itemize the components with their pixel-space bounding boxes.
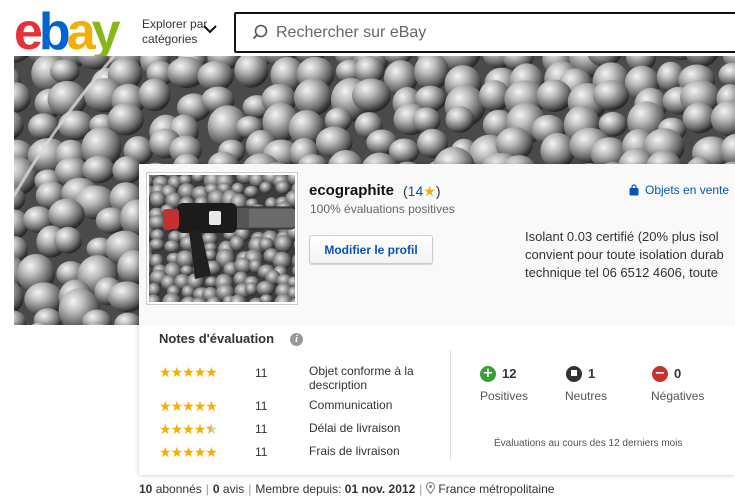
positive-feedback-label: Positives bbox=[480, 389, 529, 403]
seller-feedback-score[interactable]: (14★) bbox=[403, 183, 440, 200]
shopping-bag-icon bbox=[629, 184, 639, 196]
star-icon: ★ bbox=[193, 398, 207, 414]
star-icon: ★ bbox=[182, 444, 195, 460]
half-star-icon: ★ bbox=[205, 421, 218, 437]
feedback-period-note: Évaluations au cours des 12 derniers moi… bbox=[494, 438, 683, 449]
search-icon bbox=[252, 24, 268, 40]
star-icon: ★ bbox=[193, 421, 207, 437]
star-icon: ★ bbox=[170, 444, 184, 460]
score-number: 14 bbox=[407, 183, 424, 199]
star-icon: ★ bbox=[159, 444, 172, 460]
star-icon: ★ bbox=[193, 444, 207, 460]
rating-stars: ★★★★★ bbox=[159, 365, 243, 379]
logo-letter-e: e bbox=[14, 3, 43, 61]
member-since-date: 01 nov. 2012 bbox=[344, 482, 416, 496]
logo-letter-y: y bbox=[91, 3, 121, 61]
rating-count: 11 bbox=[255, 399, 268, 413]
star-icon: ★ bbox=[170, 421, 184, 437]
rating-stars: ★★★★★ bbox=[159, 445, 243, 459]
shop-by-line-1: Explorer par bbox=[142, 17, 208, 31]
star-icon: ★ bbox=[182, 364, 195, 380]
seller-profile-photo[interactable] bbox=[146, 172, 298, 305]
star-icon: ★ bbox=[159, 421, 172, 437]
seller-location: France métropolitaine bbox=[438, 482, 555, 496]
negative-feedback-label: Négatives bbox=[651, 389, 705, 403]
negative-feedback-count[interactable]: 0 bbox=[674, 366, 681, 381]
description-line-3: technique tel 06 6512 4606, toute bbox=[525, 265, 718, 280]
rating-label: Objet conforme à la description bbox=[309, 364, 414, 392]
info-icon[interactable]: i bbox=[290, 333, 303, 346]
star-icon: ★ bbox=[193, 364, 207, 380]
negative-feedback-icon: − bbox=[652, 366, 668, 382]
positive-feedback-percent: 100% évaluations positives bbox=[310, 202, 455, 216]
seller-stats-line: 10 abonnés | 0 avis | Membre depuis: 01 nov.… bbox=[139, 482, 554, 496]
rating-stars: ★★★★★ bbox=[159, 422, 243, 436]
search-input[interactable] bbox=[272, 14, 712, 51]
reviews-label[interactable]: avis bbox=[223, 482, 244, 496]
star-icon: ★ bbox=[205, 444, 218, 460]
neutral-square-glyph bbox=[571, 370, 577, 376]
rating-count: 11 bbox=[255, 422, 268, 436]
separator: | bbox=[248, 482, 252, 496]
rating-label: Délai de livraison bbox=[309, 421, 401, 435]
rating-count: 11 bbox=[255, 366, 268, 380]
edit-profile-button[interactable]: Modifier le profil bbox=[309, 235, 433, 264]
star-icon: ★ bbox=[159, 364, 172, 380]
separator: | bbox=[205, 482, 209, 496]
star-icon: ★ bbox=[205, 364, 218, 380]
separator: | bbox=[419, 482, 423, 496]
rating-count: 11 bbox=[255, 445, 268, 459]
star-icon: ★ bbox=[205, 398, 218, 414]
member-since-label: Membre depuis: bbox=[255, 482, 342, 496]
positive-feedback-count[interactable]: 12 bbox=[502, 366, 516, 381]
star-icon: ★ bbox=[170, 398, 184, 414]
score-close-paren: ) bbox=[435, 183, 441, 199]
star-icon: ★ bbox=[182, 398, 195, 414]
star-icon: ★ bbox=[170, 364, 184, 380]
neutral-feedback-icon bbox=[566, 366, 582, 382]
seller-description: Isolant 0.03 certifié (20% plus isol con… bbox=[525, 228, 735, 282]
star-icon: ★ bbox=[159, 398, 172, 414]
followers-count: 10 bbox=[139, 482, 153, 496]
ratings-title: Notes d'évaluation bbox=[159, 331, 275, 346]
seller-name[interactable]: ecographite bbox=[309, 182, 394, 199]
rating-stars: ★★★★★ bbox=[159, 399, 243, 413]
reviews-count: 0 bbox=[212, 482, 220, 496]
location-pin-icon bbox=[426, 482, 436, 494]
logo-letter-b: b bbox=[38, 3, 71, 61]
items-for-sale-link[interactable]: Objets en vente bbox=[645, 183, 729, 197]
profile-photo-insulation-gun bbox=[149, 175, 295, 302]
rating-label: Frais de livraison bbox=[309, 444, 400, 458]
positive-feedback-icon: + bbox=[480, 366, 496, 382]
star-icon: ★ bbox=[182, 421, 195, 437]
ratings-divider bbox=[450, 350, 451, 460]
shop-by-category-button[interactable]: Explorer par catégories bbox=[142, 17, 207, 47]
star-icon: ★ bbox=[423, 183, 436, 199]
shop-by-line-2: catégories bbox=[142, 32, 198, 46]
logo-letter-a: a bbox=[66, 3, 96, 61]
description-line-1: Isolant 0.03 certifié (20% plus isol bbox=[525, 229, 719, 244]
description-line-2: convient pour toute isolation durab bbox=[525, 247, 724, 262]
rating-label: Communication bbox=[309, 398, 393, 412]
ebay-logo[interactable]: ebay bbox=[14, 3, 121, 61]
followers-label[interactable]: abonnés bbox=[156, 482, 202, 496]
chevron-down-icon[interactable] bbox=[203, 24, 217, 34]
neutral-feedback-count[interactable]: 1 bbox=[588, 366, 595, 381]
neutral-feedback-label: Neutres bbox=[565, 389, 608, 403]
